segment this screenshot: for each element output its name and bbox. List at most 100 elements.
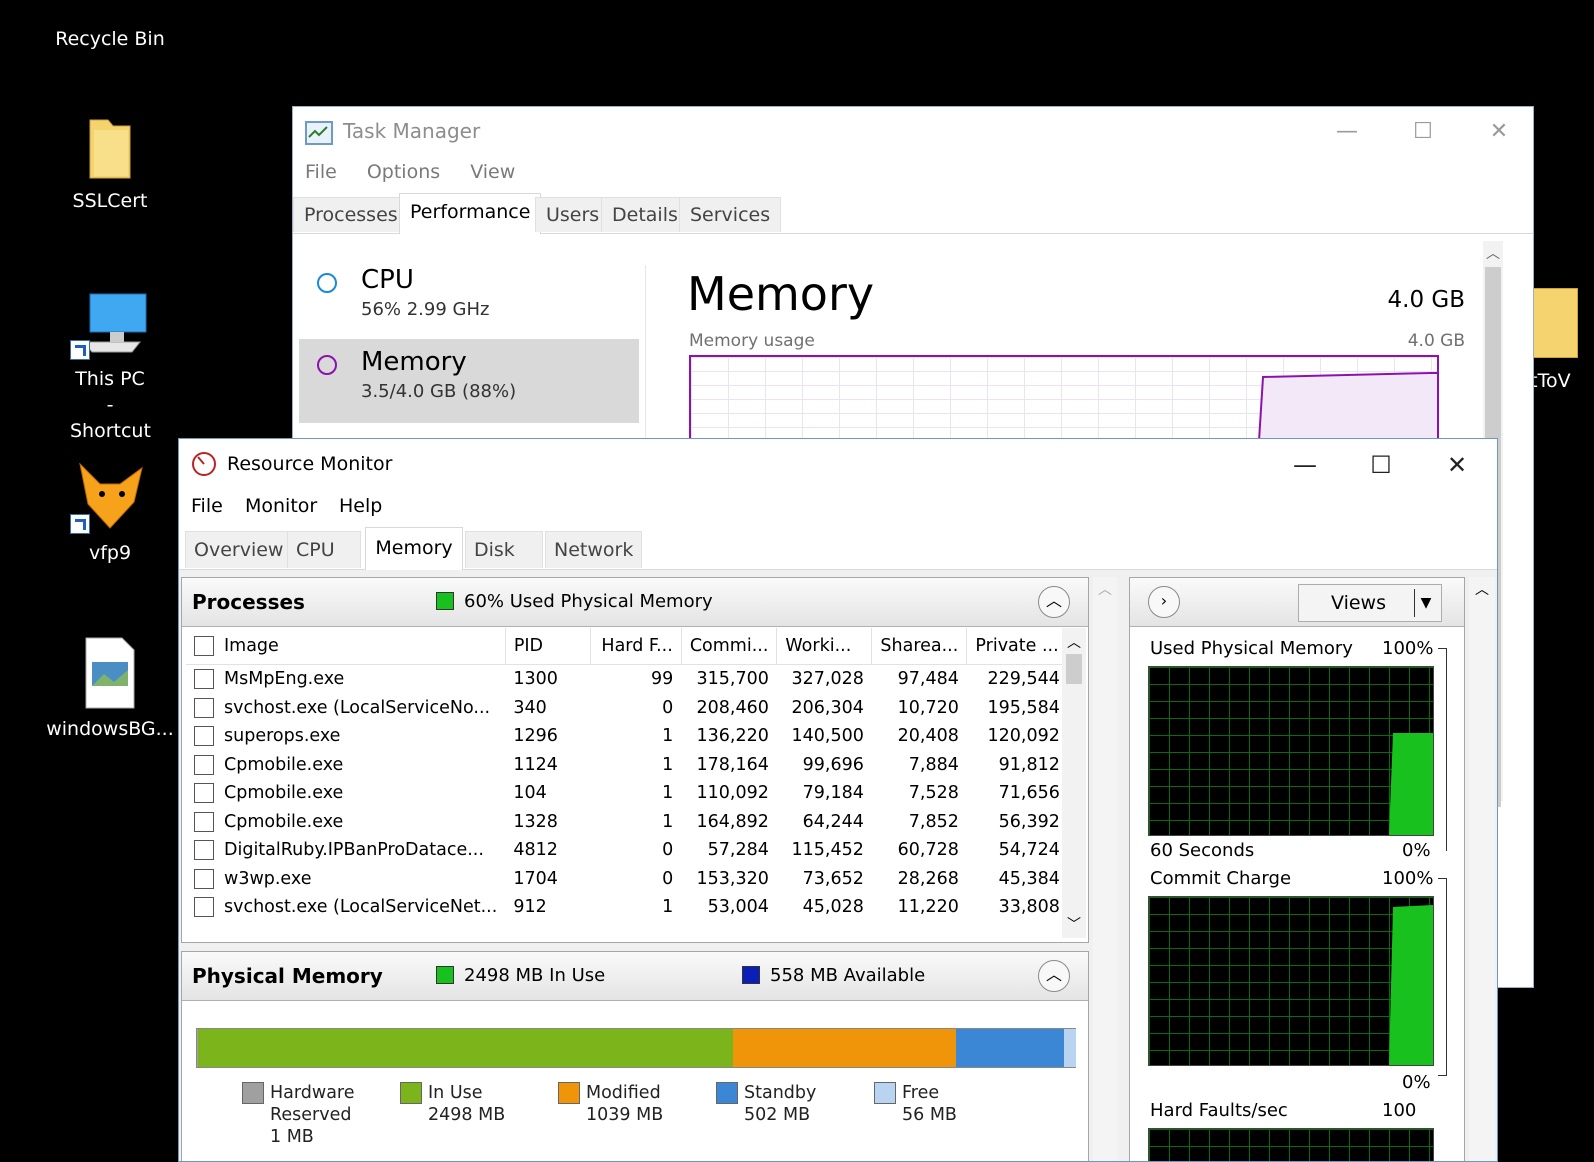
used-memory-graph-time: 60 Seconds [1150,840,1255,861]
processes-header[interactable]: Processes 60% Used Physical Memory ︿ [182,578,1088,627]
scroll-up-icon[interactable]: ︿ [1486,243,1500,263]
scroll-up-icon[interactable]: ︿ [1067,632,1081,652]
expand-chevron-right-icon[interactable]: › [1148,586,1180,618]
physical-memory-header[interactable]: Physical Memory 2498 MB In Use 558 MB Av… [182,952,1088,1001]
cell-value: 340 [513,697,547,718]
hard-faults-graph-max: 100 [1382,1100,1417,1121]
tab-network[interactable]: Network [545,531,643,568]
column-hard-faults[interactable]: Hard F... [590,628,682,665]
menu-monitor[interactable]: Monitor [245,495,317,517]
views-dropdown[interactable]: Views ▼ [1298,584,1442,622]
fox-icon [70,458,150,534]
graphs-scrollbar[interactable]: ︿ [1469,577,1495,1161]
desktop-icon-label: This PC - Shortcut [70,368,151,442]
column-shareable[interactable]: Sharea... [871,628,968,665]
memory-bar-segment [198,1029,734,1067]
cell-value: 110,092 [696,783,769,804]
commit-charge-graph [1148,896,1434,1066]
menu-options[interactable]: Options [367,161,440,183]
menu-file[interactable]: File [305,161,337,183]
title-bar[interactable]: Task Manager — ☐ ✕ [293,107,1533,155]
tab-memory[interactable]: Memory [365,527,463,570]
desktop-icon-sslcert[interactable]: SSLCert [40,114,180,214]
row-checkbox[interactable] [194,897,214,918]
maximize-button[interactable]: ☐ [1403,117,1443,147]
row-checkbox[interactable] [194,754,214,775]
table-row[interactable]: Cpmobile.exe 1328 1 164,892 64,244 7,852 56,39… [186,808,1068,837]
desktop-icon-this-pc[interactable]: This PC - Shortcut [40,290,180,444]
collapse-chevron-up-icon[interactable]: ︿ [1038,586,1070,618]
table-row[interactable]: Cpmobile.exe 1124 1 178,164 99,696 7,884 91,81… [186,751,1068,780]
row-checkbox[interactable] [194,840,214,861]
minimize-button[interactable]: — [1283,449,1327,481]
available-status: 558 MB Available [770,965,926,986]
cell-value: 99 [651,669,674,690]
sidebar-item-memory[interactable]: Memory 3.5/4.0 GB (88%) [299,339,639,423]
close-button[interactable]: ✕ [1435,449,1479,481]
resource-monitor-window[interactable]: Resource Monitor — ☐ ✕ File Monitor Help… [178,438,1498,1162]
minimize-button[interactable]: — [1327,117,1367,147]
desktop-icon-pdttov[interactable]: pdtToV [1506,288,1594,392]
cell-value: 1 [662,783,674,804]
column-private[interactable]: Private ... [966,628,1069,665]
scroll-up-icon[interactable]: ︿ [1098,579,1112,599]
shortcut-arrow-icon [70,514,90,534]
cell-value: 912 [513,897,547,918]
desktop-icon-windowsbg[interactable]: windowsBG... [40,636,180,742]
tab-services[interactable]: Services [679,197,782,232]
menu-file[interactable]: File [191,495,223,517]
table-row[interactable]: Cpmobile.exe 104 1 110,092 79,184 7,528 71,656 [186,779,1068,808]
menu-help[interactable]: Help [339,495,382,517]
cell-value: 97,484 [897,669,959,690]
row-checkbox[interactable] [194,783,214,804]
cell-value: 1300 [513,669,558,690]
cell-text: svchost.exe (LocalServiceNo... [224,697,491,718]
tab-details[interactable]: Details [601,197,689,232]
title-bar[interactable]: Resource Monitor — ☐ ✕ [179,439,1497,489]
cell-value: 1 [662,897,674,918]
table-row[interactable]: DigitalRuby.IPBanProDatace... 4812 0 57,284… [186,836,1068,865]
tab-disk[interactable]: Disk [465,531,543,568]
row-checkbox[interactable] [194,811,214,832]
row-checkbox[interactable] [194,697,214,718]
tab-cpu[interactable]: CPU [287,531,361,568]
column-working-set[interactable]: Worki... [776,628,873,665]
physical-memory-title: Physical Memory [192,964,383,988]
cell-value: 229,544 [987,669,1060,690]
cell-value: 178,164 [696,754,769,775]
cell-value: 33,808 [998,897,1060,918]
table-row[interactable]: w3wp.exe 1704 0 153,320 73,652 28,268 45,384 [186,865,1068,894]
tab-processes[interactable]: Processes [293,197,409,232]
table-row[interactable]: svchost.exe (LocalServiceNo... 340 0 208,46… [186,694,1068,723]
legend-swatch [874,1082,896,1104]
menu-view[interactable]: View [470,161,515,183]
row-checkbox[interactable] [194,669,214,690]
page-title: Memory [687,267,875,321]
maximize-button[interactable]: ☐ [1359,449,1403,481]
sidebar-item-cpu[interactable]: CPU 56% 2.99 GHz [299,257,639,341]
scroll-thumb[interactable] [1066,654,1082,684]
tab-users[interactable]: Users [535,197,611,232]
column-image[interactable]: Image [186,628,506,665]
select-all-checkbox[interactable] [194,636,214,656]
tab-overview[interactable]: Overview [185,531,293,568]
table-row[interactable]: superops.exe 1296 1 136,220 140,500 20,408 120… [186,722,1068,751]
close-button[interactable]: ✕ [1479,117,1519,147]
scroll-up-icon[interactable]: ︿ [1475,579,1489,599]
desktop-icon-recycle-bin[interactable]: Recycle Bin [40,0,180,50]
row-checkbox[interactable] [194,868,214,889]
scroll-down-icon[interactable]: ﹀ [1067,914,1081,934]
desktop-icon-vfp9[interactable]: vfp9 [40,458,180,566]
column-commit[interactable]: Commi... [681,628,778,665]
row-checkbox[interactable] [194,726,214,747]
tab-performance[interactable]: Performance [399,193,542,234]
table-row[interactable]: MsMpEng.exe 1300 99 315,700 327,028 97,484 229… [186,665,1068,694]
collapse-chevron-up-icon[interactable]: ︿ [1038,960,1070,992]
processes-scrollbar[interactable]: ︿ ﹀ [1062,628,1086,938]
left-pane-scrollbar[interactable]: ︿ [1093,577,1117,1161]
legend-swatch [400,1082,422,1104]
graphs-pane: › Views ▼ Used Physical Memory 100% 60 S… [1129,577,1465,1161]
menu-bar: File Options View [305,161,539,183]
table-row[interactable]: svchost.exe (LocalServiceNet... 912 1 53,00… [186,893,1068,922]
column-pid[interactable]: PID [505,628,591,665]
